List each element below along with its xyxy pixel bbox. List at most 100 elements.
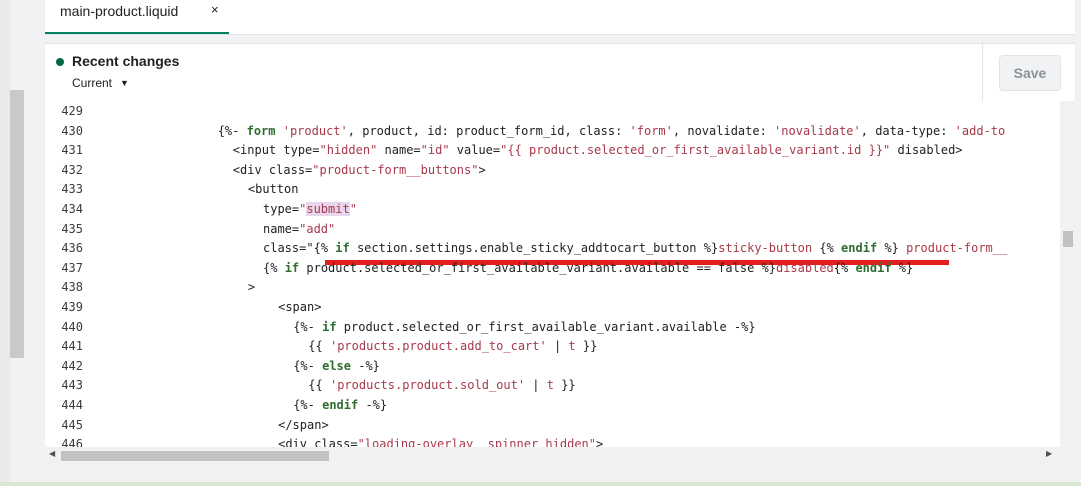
code-token: -%} bbox=[358, 398, 388, 412]
close-icon[interactable]: × bbox=[211, 2, 219, 17]
caret-down-icon: ▼ bbox=[120, 78, 129, 88]
line-number: 442 bbox=[61, 358, 83, 373]
code-line[interactable]: 430 {%- form 'product', product, id: prod… bbox=[45, 121, 1075, 141]
code-text: </span> bbox=[278, 415, 329, 435]
code-token: "hidden" bbox=[319, 143, 378, 158]
code-line[interactable]: 441 {{ 'products.product.add_to_cart' | t… bbox=[45, 336, 1075, 356]
code-token: " bbox=[349, 202, 357, 216]
line-number: 444 bbox=[61, 398, 83, 412]
page-bottom-border bbox=[0, 482, 1081, 486]
code-token: disabled> bbox=[890, 143, 963, 158]
code-text: <span> bbox=[278, 297, 321, 317]
code-token: , product, id: product_form_id, class: bbox=[347, 123, 630, 138]
code-line[interactable]: 443 {{ 'products.product.sold_out' | t }} bbox=[45, 375, 1075, 395]
code-token: , novalidate: bbox=[672, 123, 775, 138]
editor-header: Recent changes Current ▼ Save bbox=[45, 43, 1075, 102]
code-token: 'products.product.add_to_cart' bbox=[329, 339, 547, 354]
code-line[interactable]: 445 </span> bbox=[45, 415, 1075, 435]
code-token: else bbox=[322, 358, 351, 373]
code-line[interactable]: 435 name="add" bbox=[45, 219, 1075, 239]
line-number: 439 bbox=[61, 300, 83, 314]
code-token: if bbox=[284, 260, 300, 275]
code-line[interactable]: 440 {%- if product.selected_or_first_avai… bbox=[45, 317, 1075, 337]
code-line[interactable]: 433 <button bbox=[45, 179, 1075, 199]
code-token: " bbox=[306, 241, 314, 256]
code-token: }} bbox=[553, 378, 576, 393]
code-token: <button bbox=[247, 182, 299, 197]
code-token: form bbox=[246, 123, 276, 138]
code-token: | bbox=[546, 339, 569, 354]
vertical-scrollbar-thumb[interactable] bbox=[1063, 231, 1073, 247]
code-text: <div class="product-form__buttons"> bbox=[233, 160, 486, 180]
code-token: endif bbox=[322, 398, 359, 412]
code-line[interactable]: 431 <input type="hidden" name="id" value=… bbox=[45, 140, 1075, 160]
code-token: if bbox=[322, 319, 337, 334]
line-number: 441 bbox=[61, 339, 83, 354]
code-token: , data-type: bbox=[860, 123, 955, 138]
code-token: if bbox=[335, 241, 350, 256]
code-token: product.selected_or_first_available_vari… bbox=[336, 319, 756, 334]
version-select[interactable]: Current ▼ bbox=[72, 76, 129, 90]
code-text: > bbox=[248, 277, 255, 297]
code-token: t bbox=[568, 339, 576, 354]
code-token: "product-form__buttons" bbox=[312, 162, 479, 177]
line-number: 445 bbox=[61, 417, 83, 432]
line-number: 438 bbox=[61, 280, 83, 295]
code-text: <input type="hidden" name="id" value="{{… bbox=[233, 140, 963, 160]
code-token: {{ bbox=[308, 339, 330, 354]
code-line[interactable]: 438 > bbox=[45, 277, 1075, 297]
code-line[interactable]: 437 {% if product.selected_or_first_avail… bbox=[45, 258, 1075, 278]
code-text: {%- endif -%} bbox=[293, 395, 387, 415]
code-token: %} bbox=[877, 241, 899, 256]
code-token: -%} bbox=[351, 358, 380, 373]
code-line[interactable]: 444 {%- endif -%} bbox=[45, 395, 1075, 415]
code-text: {% if product.selected_or_first_availabl… bbox=[263, 258, 913, 278]
code-token: type= bbox=[263, 202, 300, 216]
file-tab[interactable]: main-product.liquid × bbox=[45, 0, 229, 34]
code-text: {%- if product.selected_or_first_availab… bbox=[293, 317, 755, 337]
code-token: submit bbox=[306, 202, 350, 216]
code-line[interactable]: 442 {%- else -%} bbox=[45, 356, 1075, 376]
page-left-strip bbox=[0, 0, 10, 486]
code-token: {% bbox=[819, 241, 842, 256]
code-text: {{ 'products.product.sold_out' | t }} bbox=[308, 375, 575, 395]
code-token: {% bbox=[833, 260, 856, 275]
code-text: type="submit" bbox=[263, 199, 357, 219]
code-token: sticky-button bbox=[718, 241, 820, 256]
line-number: 433 bbox=[61, 182, 83, 197]
horizontal-scrollbar-thumb[interactable] bbox=[61, 451, 329, 461]
save-button[interactable]: Save bbox=[999, 55, 1061, 91]
code-text: name="add" bbox=[263, 219, 335, 239]
code-token: }} bbox=[575, 339, 598, 354]
code-token: > bbox=[478, 162, 486, 177]
line-number: 434 bbox=[61, 202, 83, 216]
code-line[interactable]: 429 bbox=[45, 101, 1075, 121]
editor-horizontal-scrollbar[interactable]: ◀ ▶ bbox=[45, 447, 1075, 464]
editor-vertical-scrollbar[interactable] bbox=[1060, 101, 1075, 447]
code-token: {%- bbox=[293, 398, 323, 412]
code-token: {%- bbox=[293, 319, 323, 334]
code-token: <input type= bbox=[232, 143, 320, 158]
code-editor[interactable]: 429 430 {%- form 'product', product, id: p… bbox=[45, 101, 1075, 463]
code-text: class="{% if section.settings.enable_sti… bbox=[263, 238, 1007, 258]
code-line[interactable]: 434 type="submit" bbox=[45, 199, 1075, 219]
code-token: name= bbox=[377, 143, 421, 158]
file-tab-name[interactable]: main-product.liquid bbox=[60, 3, 178, 19]
code-line[interactable]: 432 <div class="product-form__buttons"> bbox=[45, 160, 1075, 180]
scroll-right-arrow-icon[interactable]: ▶ bbox=[1046, 449, 1052, 458]
code-token: {% bbox=[263, 260, 285, 275]
code-text: <button bbox=[248, 179, 299, 199]
code-line[interactable]: 436 class="{% if section.settings.enable_… bbox=[45, 238, 1075, 258]
code-token: product.selected_or_first_available_vari… bbox=[299, 260, 776, 275]
code-token: </span> bbox=[278, 417, 329, 432]
code-line[interactable]: 439 <span> bbox=[45, 297, 1075, 317]
line-number: 443 bbox=[61, 378, 83, 393]
code-token: disabled bbox=[775, 260, 834, 275]
scroll-left-arrow-icon[interactable]: ◀ bbox=[49, 449, 55, 458]
code-token: %} bbox=[891, 260, 914, 275]
code-token: 'novalidate' bbox=[774, 123, 861, 138]
code-token: section.settings.enable_sticky_addtocart… bbox=[349, 241, 719, 256]
code-token: product-form__ bbox=[898, 241, 1008, 256]
code-token: name= bbox=[263, 221, 300, 236]
page-scrollbar-thumb[interactable] bbox=[10, 90, 24, 358]
